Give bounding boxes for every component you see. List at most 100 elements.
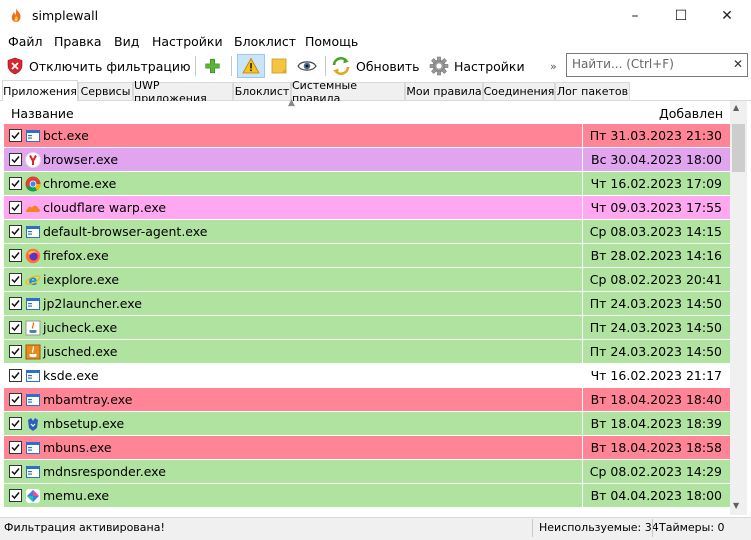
tab-apps[interactable]: Приложения bbox=[2, 80, 78, 101]
app-name: cloudflare warp.exe bbox=[43, 200, 167, 215]
menu-settings[interactable]: Настройки bbox=[152, 34, 223, 49]
tab-system-rules[interactable]: Системные правила bbox=[291, 79, 405, 105]
window-title: simplewall bbox=[32, 8, 99, 23]
app-date: Ср 08.03.2023 14:15 bbox=[589, 224, 722, 239]
column-header-added[interactable]: Добавлен bbox=[659, 106, 723, 121]
checkbox[interactable] bbox=[9, 297, 22, 310]
app-date: Вс 30.04.2023 18:00 bbox=[591, 152, 722, 167]
java-orange-icon bbox=[25, 344, 41, 360]
menu-edit[interactable]: Правка bbox=[54, 34, 102, 49]
list-item[interactable]: chrome.exe Чт 16.02.2023 17:09 bbox=[4, 172, 730, 196]
app-name: mbsetup.exe bbox=[43, 416, 125, 431]
checkbox[interactable] bbox=[9, 225, 22, 238]
app-date: Пт 24.03.2023 14:50 bbox=[589, 320, 722, 335]
check-icon bbox=[11, 276, 20, 284]
checkbox[interactable] bbox=[9, 153, 22, 166]
list-item[interactable]: bct.exe Пт 31.03.2023 21:30 bbox=[4, 124, 730, 148]
list-item[interactable]: ksde.exe Чт 16.02.2023 21:17 bbox=[4, 364, 730, 388]
log-toggle[interactable] bbox=[268, 54, 290, 78]
checkbox[interactable] bbox=[9, 441, 22, 454]
checkbox[interactable] bbox=[9, 489, 22, 502]
menu-bar bbox=[0, 31, 751, 52]
app-date: Пт 31.03.2023 21:30 bbox=[589, 128, 722, 143]
search-clear-button[interactable]: ✕ bbox=[733, 57, 743, 71]
checkbox[interactable] bbox=[9, 417, 22, 430]
tab-blocklist[interactable]: Блоклист bbox=[233, 82, 291, 100]
app-name: jusched.exe bbox=[43, 344, 118, 359]
java-icon bbox=[25, 320, 41, 336]
list-item[interactable]: mbsetup.exe Вт 18.04.2023 18:39 bbox=[4, 412, 730, 436]
status-separator bbox=[652, 519, 653, 537]
list-item[interactable]: browser.exe Вс 30.04.2023 18:00 bbox=[4, 148, 730, 172]
menu-view[interactable]: Вид bbox=[114, 34, 139, 49]
column-header-name[interactable]: Название bbox=[11, 106, 74, 121]
scroll-up-icon[interactable]: ▲ bbox=[733, 103, 739, 112]
checkbox[interactable] bbox=[9, 369, 22, 382]
eye-icon bbox=[297, 61, 317, 71]
tab-uwp-apps[interactable]: UWP приложения bbox=[133, 79, 233, 105]
date-cell: Ср 08.02.2023 14:29 bbox=[582, 460, 730, 483]
ie-icon: e bbox=[25, 272, 41, 289]
tab-packet-log[interactable]: Лог пакетов bbox=[555, 82, 630, 100]
list-item[interactable]: jucheck.exe Пт 24.03.2023 14:50 bbox=[4, 316, 730, 340]
menu-help[interactable]: Помощь bbox=[305, 34, 358, 49]
app-name: jucheck.exe bbox=[43, 320, 118, 335]
check-icon bbox=[11, 204, 20, 212]
date-cell: Вс 30.04.2023 18:00 bbox=[582, 148, 730, 171]
list-item[interactable]: memu.exe Вт 04.04.2023 18:00 bbox=[4, 484, 730, 508]
checkbox[interactable] bbox=[9, 345, 22, 358]
settings-button[interactable]: Настройки bbox=[429, 54, 525, 78]
list-item[interactable]: mdnsresponder.exe Ср 08.02.2023 14:29 bbox=[4, 460, 730, 484]
notifications-toggle[interactable] bbox=[237, 54, 265, 78]
scroll-down-icon[interactable]: ▼ bbox=[733, 501, 739, 510]
list-item[interactable]: mbamtray.exe Вт 18.04.2023 18:40 bbox=[4, 388, 730, 412]
shield-icon bbox=[7, 57, 23, 75]
app-date: Вт 18.04.2023 18:58 bbox=[590, 440, 722, 455]
menu-blocklist[interactable]: Блоклист bbox=[234, 34, 296, 49]
list-item[interactable]: mbuns.exe Вт 18.04.2023 18:58 bbox=[4, 436, 730, 460]
app-name: ksde.exe bbox=[43, 368, 99, 383]
minimize-button[interactable]: – bbox=[612, 0, 658, 31]
checkbox[interactable] bbox=[9, 465, 22, 478]
check-icon bbox=[11, 444, 20, 452]
app-name: memu.exe bbox=[43, 488, 110, 503]
list-item[interactable]: jusched.exe Пт 24.03.2023 14:50 bbox=[4, 340, 730, 364]
app-date: Ср 08.02.2023 14:29 bbox=[589, 464, 722, 479]
checkbox[interactable] bbox=[9, 249, 22, 262]
list-item[interactable]: jp2launcher.exe Пт 24.03.2023 14:50 bbox=[4, 292, 730, 316]
toolbar-separator bbox=[195, 56, 196, 76]
checkbox[interactable] bbox=[9, 201, 22, 214]
app-date: Чт 16.02.2023 17:09 bbox=[590, 176, 722, 191]
menu-file[interactable]: Файл bbox=[8, 34, 43, 49]
app-name: chrome.exe bbox=[43, 176, 117, 191]
tab-connections[interactable]: Соединения bbox=[483, 82, 555, 100]
checkbox[interactable] bbox=[9, 321, 22, 334]
checkbox[interactable] bbox=[9, 177, 22, 190]
close-button[interactable]: ✕ bbox=[704, 0, 750, 31]
show-button[interactable] bbox=[295, 54, 319, 78]
firefox-icon bbox=[25, 248, 41, 264]
tab-services[interactable]: Сервисы bbox=[78, 82, 133, 100]
app-date: Чт 09.03.2023 17:55 bbox=[590, 200, 722, 215]
list-item[interactable]: cloudflare warp.exe Чт 09.03.2023 17:55 bbox=[4, 196, 730, 220]
date-cell: Чт 09.03.2023 17:55 bbox=[582, 196, 730, 219]
title-bar: simplewall – ☐ ✕ bbox=[0, 0, 751, 31]
search-input[interactable] bbox=[567, 54, 732, 74]
list-item[interactable]: default-browser-agent.exe Ср 08.03.2023 1… bbox=[4, 220, 730, 244]
maximize-button[interactable]: ☐ bbox=[658, 0, 704, 31]
check-icon bbox=[11, 324, 20, 332]
toolbar-separator bbox=[231, 56, 232, 76]
disable-filter-button[interactable]: Отключить фильтрацию bbox=[6, 54, 191, 78]
checkbox[interactable] bbox=[9, 129, 22, 142]
list-item[interactable]: firefox.exe Вт 28.02.2023 14:16 bbox=[4, 244, 730, 268]
add-button[interactable] bbox=[204, 54, 226, 78]
status-separator bbox=[532, 519, 533, 537]
tab-my-rules[interactable]: Мои правила bbox=[405, 82, 483, 100]
scrollbar-thumb[interactable] bbox=[732, 124, 745, 172]
toolbar-overflow-button[interactable]: » bbox=[550, 54, 557, 78]
checkbox[interactable] bbox=[9, 393, 22, 406]
window-icon bbox=[25, 392, 41, 408]
list-item[interactable]: e iexplore.exe Ср 08.02.2023 20:41 bbox=[4, 268, 730, 292]
checkbox[interactable] bbox=[9, 273, 22, 286]
refresh-button[interactable]: Обновить bbox=[331, 54, 420, 78]
